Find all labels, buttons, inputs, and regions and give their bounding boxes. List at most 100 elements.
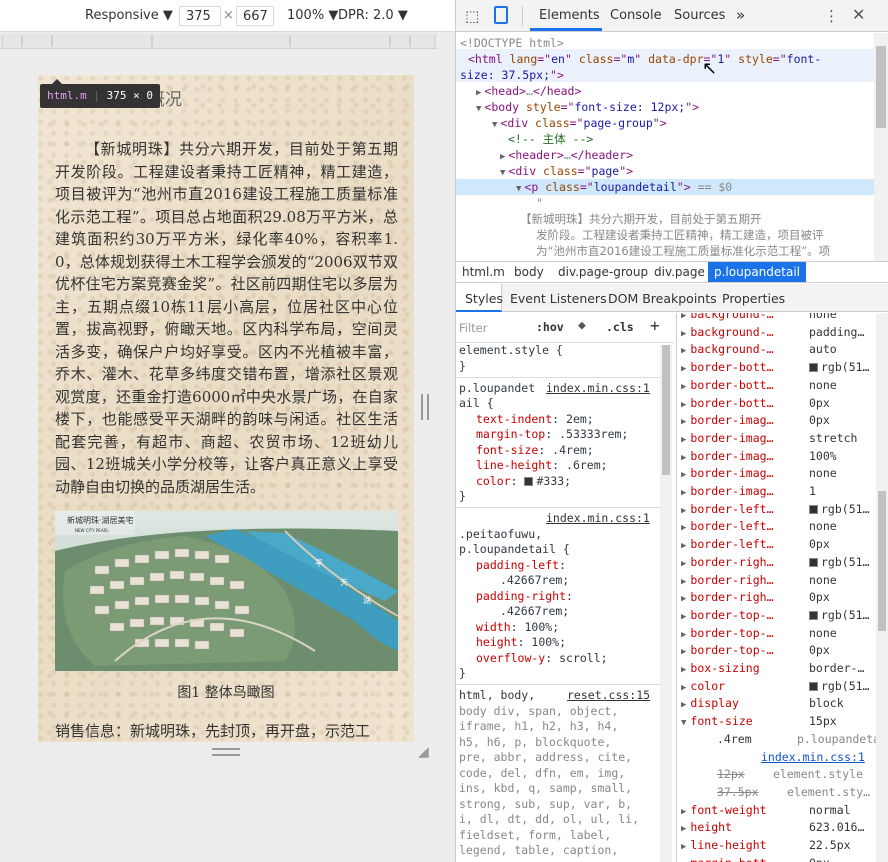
resize-handle-right[interactable] (421, 394, 429, 420)
css-property-name[interactable]: margin-top (476, 427, 545, 441)
tree-toggle-icon[interactable]: ▶ (681, 700, 686, 710)
tree-toggle-icon[interactable]: ▶ (681, 417, 686, 427)
computed-scrollbar[interactable] (876, 313, 888, 862)
computed-property[interactable]: ▶ display block (681, 696, 844, 710)
responsive-dropdown[interactable]: Responsive ▼ (85, 8, 173, 23)
computed-property[interactable]: ▶ border-bott… 0px (681, 396, 830, 410)
computed-property[interactable]: ▶ border-top-… rgb(51… (681, 608, 869, 622)
computed-property[interactable]: ▶ box-sizing border-… (681, 661, 864, 675)
tree-toggle-icon[interactable]: ▶ (681, 647, 686, 657)
tree-toggle-icon[interactable]: ▶ (476, 88, 481, 98)
color-swatch[interactable] (809, 557, 818, 567)
dom-scrollbar[interactable] (874, 33, 888, 261)
computed-property[interactable]: ▶ border-imag… none (681, 466, 837, 480)
css-property-name[interactable]: line-height (476, 458, 552, 472)
css-property-value[interactable]: .4rem; (552, 443, 594, 457)
tree-toggle-icon[interactable]: ▶ (681, 470, 686, 480)
stylesheet-link[interactable]: index.min.css:1 (546, 511, 650, 525)
css-selector[interactable]: ail { (459, 396, 494, 410)
tree-toggle-icon[interactable]: ▶ (681, 594, 686, 604)
css-property-value[interactable]: 2em; (566, 412, 594, 426)
css-selector[interactable]: .peitaofuwu, (459, 527, 542, 541)
tree-toggle-icon[interactable]: ▶ (681, 523, 686, 533)
computed-property[interactable]: ▼ font-size 15px (681, 714, 837, 728)
zoom-dropdown[interactable]: 100% ▼ (287, 8, 338, 23)
css-property-name[interactable]: padding-right (476, 589, 566, 603)
computed-property[interactable]: ▶ border-imag… 0px (681, 413, 830, 427)
ruler-segment[interactable] (390, 35, 410, 47)
computed-property[interactable]: ▶ border-top-… none (681, 626, 837, 640)
dom-node-10[interactable]: " (536, 195, 543, 211)
breadcrumb-div-page-group[interactable]: div.page-group (558, 265, 648, 279)
css-property-name[interactable]: text-indent (476, 412, 552, 426)
computed-property[interactable]: ▶ border-imag… 100% (681, 449, 837, 463)
dom-node-12[interactable]: 发阶段。工程建设者秉持工匠精神，精工建造，项目被评 (536, 227, 824, 243)
device-toggle-icon[interactable] (494, 6, 508, 24)
css-property-name[interactable]: height (476, 635, 518, 649)
css-property-value[interactable]: 100%; (531, 635, 566, 649)
resize-corner-icon[interactable]: ◢ (418, 744, 429, 760)
color-swatch[interactable] (809, 610, 818, 620)
tree-toggle-icon[interactable]: ▶ (681, 665, 686, 675)
ruler-segment[interactable] (290, 35, 390, 47)
computed-property[interactable]: ▶ height 623.016… (681, 820, 864, 834)
computed-property[interactable]: ▶ border-left… rgb(51… (681, 502, 869, 516)
computed-property[interactable]: ▶ border-left… none (681, 519, 837, 533)
tree-toggle-icon[interactable]: ▶ (681, 612, 686, 622)
more-options-icon[interactable]: ⋮ (824, 7, 839, 25)
styles-scrollbar[interactable] (660, 345, 672, 862)
dom-node-9[interactable]: ▼ <p class="loupandetail"> == $0 (516, 179, 732, 197)
tree-toggle-icon[interactable]: ▶ (681, 346, 686, 356)
tab-elements[interactable]: Elements (539, 8, 600, 23)
computed-property[interactable]: ▶ line-height 22.5px (681, 838, 851, 852)
css-property-name[interactable]: overflow-y (476, 651, 545, 665)
stylesheet-link[interactable]: index.min.css:1 (761, 750, 865, 764)
computed-property[interactable]: ▶ color rgb(51… (681, 679, 869, 693)
tree-toggle-icon[interactable]: ▶ (681, 329, 686, 339)
color-swatch[interactable] (809, 363, 818, 373)
css-selector[interactable]: html, body, (459, 688, 535, 702)
computed-property[interactable]: ▶ border-imag… 1 (681, 484, 816, 498)
dpr-dropdown[interactable]: DPR: 2.0 ▼ (338, 8, 408, 23)
css-property-value[interactable]: .42667rem; (500, 604, 569, 618)
tree-toggle-icon[interactable]: ▶ (681, 683, 686, 693)
computed-property[interactable]: ▶ border-bott… none (681, 378, 837, 392)
computed-property[interactable]: ▶ background-… padding… (681, 325, 864, 339)
css-selector[interactable]: element.style { (459, 343, 563, 357)
close-icon[interactable]: ✕ (852, 5, 865, 24)
tree-toggle-icon[interactable]: ▶ (681, 382, 686, 392)
tree-toggle-icon[interactable]: ▶ (681, 541, 686, 551)
ruler-segment[interactable] (410, 35, 435, 47)
breadcrumb-body[interactable]: body (514, 265, 544, 279)
computed-property[interactable]: ▶ border-left… 0px (681, 537, 830, 551)
dom-node-13[interactable]: 为“池州市直2016建设工程施工质量标准化示范工程”。项 (536, 243, 830, 259)
tree-toggle-icon[interactable]: ▶ (681, 488, 686, 498)
css-property-value[interactable]: .42667rem; (500, 573, 569, 587)
dom-node-6[interactable]: <!-- 主体 --> (508, 131, 593, 147)
styles-scrollbar-thumb[interactable] (662, 345, 670, 475)
computed-property[interactable]: ▶ border-top-… 0px (681, 643, 830, 657)
ruler-segment[interactable] (52, 35, 152, 47)
ruler-segment[interactable] (22, 35, 52, 47)
css-property-name[interactable]: color (476, 474, 511, 488)
inspect-element-icon[interactable]: ⬚ (465, 7, 479, 25)
tab-properties[interactable]: Properties (722, 291, 785, 306)
color-swatch[interactable] (809, 681, 818, 691)
dom-node-1[interactable]: <html lang="en" class="m" data-dpr="1" s… (468, 51, 821, 67)
computed-property[interactable]: ▶ border-righ… rgb(51… (681, 555, 869, 569)
css-property-name[interactable]: font-size (476, 443, 538, 457)
computed-property[interactable]: ▶ font-weight normal (681, 803, 851, 817)
stylesheet-link[interactable]: reset.css:15 (567, 688, 650, 702)
computed-property[interactable]: ▶ border-imag… stretch (681, 431, 857, 445)
css-selector[interactable]: } (459, 666, 466, 680)
css-selector[interactable]: p.loupandet (459, 381, 535, 395)
media-query-ruler[interactable] (0, 33, 437, 49)
computed-pane[interactable]: ▶ background-… none ▶ background-… padding… ▶ b… (676, 313, 888, 862)
hover-state-toggle[interactable]: :hov (536, 320, 564, 334)
tree-toggle-icon[interactable]: ▶ (681, 807, 686, 817)
tab-event-listeners[interactable]: Event Listeners (510, 291, 607, 306)
css-selector[interactable]: } (459, 359, 466, 373)
css-selector[interactable]: p.loupandetail { (459, 542, 570, 556)
tree-toggle-icon[interactable]: ▼ (516, 184, 521, 194)
tree-toggle-icon[interactable]: ▶ (681, 824, 686, 834)
